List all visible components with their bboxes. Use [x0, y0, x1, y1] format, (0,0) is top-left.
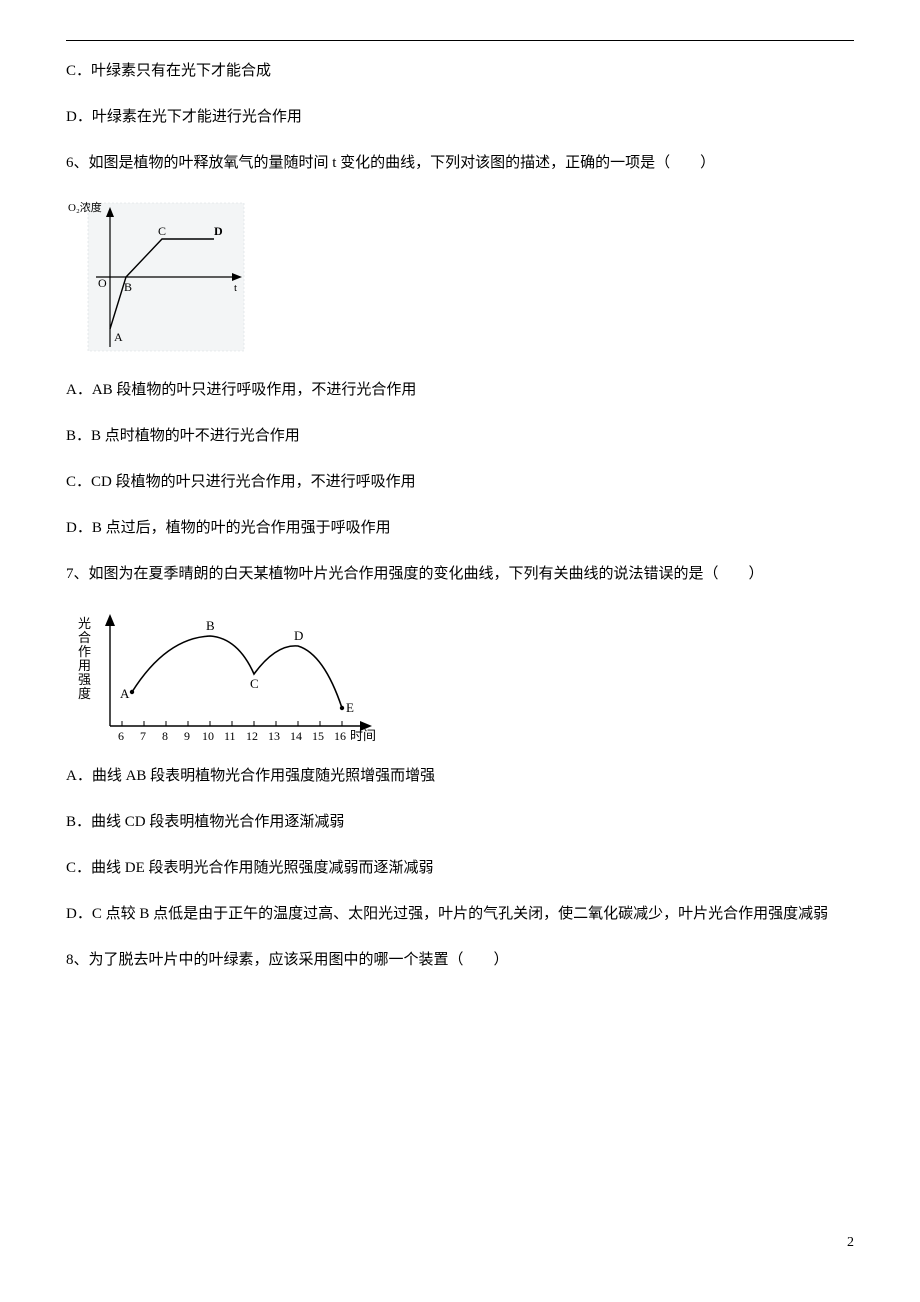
option-d: D．叶绿素在光下才能进行光合作用	[66, 105, 854, 129]
q6-opt-a: A．AB 段植物的叶只进行呼吸作用，不进行光合作用	[66, 378, 854, 402]
option-c: C．叶绿素只有在光下才能合成	[66, 59, 854, 83]
q6-opt-d: D．B 点过后，植物的叶的光合作用强于呼吸作用	[66, 516, 854, 540]
tick-9: 9	[184, 729, 190, 743]
option-d-text: D．	[66, 109, 92, 125]
ylabel: O₂浓度	[68, 200, 102, 214]
q7-opt-a: A．曲线 AB 段表明植物光合作用强度随光照增强而增强	[66, 764, 854, 788]
q7-opt-d: D．C 点较 B 点低是由于正午的温度过高、太阳光过强，叶片的气孔关闭，使二氧化…	[66, 902, 854, 926]
q7-opt-c: C．曲线 DE 段表明光合作用随光照强度减弱而逐渐减弱	[66, 856, 854, 880]
origin-label: O	[98, 276, 107, 290]
q6-figure: O₂浓度 O A B C D t	[66, 197, 854, 362]
q6-opt-b: B．B 点时植物的叶不进行光合作用	[66, 424, 854, 448]
tick-13: 13	[268, 729, 280, 743]
label-a: A	[120, 686, 130, 701]
option-c-body: 叶绿素只有在光下才能合成	[91, 63, 271, 79]
q7-chart: 6 7 8 9 10 11 12 13 14 15 16 A B C D E	[66, 608, 386, 748]
x-ticks: 6 7 8 9 10 11 12 13 14 15 16	[118, 721, 346, 743]
tick-8: 8	[162, 729, 168, 743]
option-d-body: 叶绿素在光下才能进行光合作用	[92, 109, 302, 125]
tick-14: 14	[290, 729, 302, 743]
point-a	[130, 690, 134, 694]
label-e: E	[346, 700, 354, 715]
option-c-text: C．	[66, 63, 91, 79]
tick-16: 16	[334, 729, 346, 743]
tick-11: 11	[224, 729, 236, 743]
tick-15: 15	[312, 729, 324, 743]
point-e	[340, 706, 344, 710]
point-d-label: D	[214, 224, 223, 238]
page-number: 2	[847, 1232, 854, 1254]
label-c: C	[250, 676, 259, 691]
q6-chart: O₂浓度 O A B C D t	[66, 197, 246, 362]
tick-12: 12	[246, 729, 258, 743]
q6-opt-c: C．CD 段植物的叶只进行光合作用，不进行呼吸作用	[66, 470, 854, 494]
ylabel: 光 合 作 用 强 度	[78, 616, 94, 701]
top-rule	[66, 40, 854, 41]
label-b: B	[206, 618, 215, 633]
xlabel: 时间	[350, 728, 376, 743]
point-c-label: C	[158, 224, 166, 238]
xlabel-t: t	[234, 282, 237, 294]
point-b-label: B	[124, 280, 132, 294]
tick-6: 6	[118, 729, 124, 743]
q7-opt-b: B．曲线 CD 段表明植物光合作用逐渐减弱	[66, 810, 854, 834]
q7-stem: 7、如图为在夏季晴朗的白天某植物叶片光合作用强度的变化曲线，下列有关曲线的说法错…	[66, 562, 854, 586]
tick-10: 10	[202, 729, 214, 743]
q7-figure: 6 7 8 9 10 11 12 13 14 15 16 A B C D E	[66, 608, 854, 748]
q8-stem: 8、为了脱去叶片中的叶绿素，应该采用图中的哪一个装置（ ）	[66, 948, 854, 972]
q6-stem: 6、如图是植物的叶释放氧气的量随时间 t 变化的曲线，下列对该图的描述，正确的一…	[66, 151, 854, 175]
tick-7: 7	[140, 729, 146, 743]
label-d: D	[294, 628, 303, 643]
point-a-label: A	[114, 330, 123, 344]
y-axis-arrow	[105, 614, 115, 626]
curve	[132, 636, 342, 708]
